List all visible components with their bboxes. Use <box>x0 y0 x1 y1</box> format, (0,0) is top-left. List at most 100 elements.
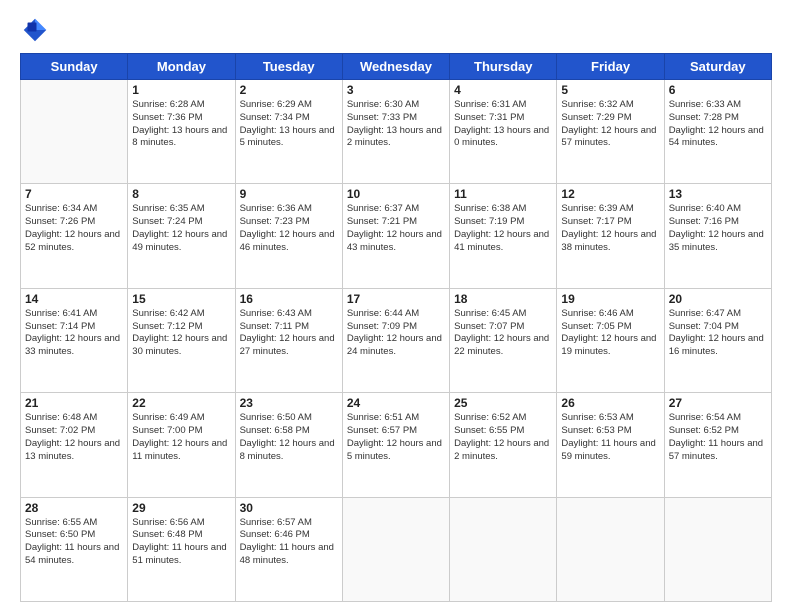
calendar-cell: 29 Sunrise: 6:56 AM Sunset: 6:48 PM Dayl… <box>128 497 235 601</box>
calendar-week-3: 14 Sunrise: 6:41 AM Sunset: 7:14 PM Dayl… <box>21 288 772 392</box>
sunrise-text: Sunrise: 6:44 AM <box>347 308 445 321</box>
day-number: 4 <box>454 83 552 97</box>
sunrise-text: Sunrise: 6:41 AM <box>25 308 123 321</box>
page: Sunday Monday Tuesday Wednesday Thursday… <box>0 0 792 612</box>
day-number: 6 <box>669 83 767 97</box>
day-info: Sunrise: 6:37 AM Sunset: 7:21 PM Dayligh… <box>347 203 445 254</box>
day-number: 10 <box>347 187 445 201</box>
daylight-text: Daylight: 11 hours and 48 minutes. <box>240 542 338 568</box>
day-info: Sunrise: 6:57 AM Sunset: 6:46 PM Dayligh… <box>240 517 338 568</box>
day-info: Sunrise: 6:42 AM Sunset: 7:12 PM Dayligh… <box>132 308 230 359</box>
daylight-text: Daylight: 12 hours and 49 minutes. <box>132 229 230 255</box>
day-info: Sunrise: 6:28 AM Sunset: 7:36 PM Dayligh… <box>132 99 230 150</box>
calendar-cell: 6 Sunrise: 6:33 AM Sunset: 7:28 PM Dayli… <box>664 80 771 184</box>
sunrise-text: Sunrise: 6:56 AM <box>132 517 230 530</box>
sunset-text: Sunset: 6:53 PM <box>561 425 659 438</box>
day-number: 30 <box>240 501 338 515</box>
calendar-cell: 7 Sunrise: 6:34 AM Sunset: 7:26 PM Dayli… <box>21 184 128 288</box>
day-info: Sunrise: 6:34 AM Sunset: 7:26 PM Dayligh… <box>25 203 123 254</box>
calendar-cell <box>342 497 449 601</box>
col-wednesday: Wednesday <box>342 54 449 80</box>
day-number: 23 <box>240 396 338 410</box>
day-info: Sunrise: 6:55 AM Sunset: 6:50 PM Dayligh… <box>25 517 123 568</box>
day-info: Sunrise: 6:38 AM Sunset: 7:19 PM Dayligh… <box>454 203 552 254</box>
sunrise-text: Sunrise: 6:50 AM <box>240 412 338 425</box>
calendar-cell: 23 Sunrise: 6:50 AM Sunset: 6:58 PM Dayl… <box>235 393 342 497</box>
day-info: Sunrise: 6:33 AM Sunset: 7:28 PM Dayligh… <box>669 99 767 150</box>
daylight-text: Daylight: 12 hours and 13 minutes. <box>25 438 123 464</box>
calendar-cell: 13 Sunrise: 6:40 AM Sunset: 7:16 PM Dayl… <box>664 184 771 288</box>
sunrise-text: Sunrise: 6:53 AM <box>561 412 659 425</box>
day-info: Sunrise: 6:49 AM Sunset: 7:00 PM Dayligh… <box>132 412 230 463</box>
calendar-cell: 22 Sunrise: 6:49 AM Sunset: 7:00 PM Dayl… <box>128 393 235 497</box>
col-tuesday: Tuesday <box>235 54 342 80</box>
daylight-text: Daylight: 13 hours and 8 minutes. <box>132 125 230 151</box>
daylight-text: Daylight: 12 hours and 46 minutes. <box>240 229 338 255</box>
daylight-text: Daylight: 12 hours and 52 minutes. <box>25 229 123 255</box>
sunset-text: Sunset: 7:05 PM <box>561 321 659 334</box>
sunrise-text: Sunrise: 6:36 AM <box>240 203 338 216</box>
day-number: 11 <box>454 187 552 201</box>
day-info: Sunrise: 6:48 AM Sunset: 7:02 PM Dayligh… <box>25 412 123 463</box>
sunset-text: Sunset: 7:16 PM <box>669 216 767 229</box>
calendar-week-1: 1 Sunrise: 6:28 AM Sunset: 7:36 PM Dayli… <box>21 80 772 184</box>
calendar-cell: 18 Sunrise: 6:45 AM Sunset: 7:07 PM Dayl… <box>450 288 557 392</box>
sunrise-text: Sunrise: 6:32 AM <box>561 99 659 112</box>
sunrise-text: Sunrise: 6:54 AM <box>669 412 767 425</box>
day-number: 20 <box>669 292 767 306</box>
sunset-text: Sunset: 7:04 PM <box>669 321 767 334</box>
day-number: 12 <box>561 187 659 201</box>
sunset-text: Sunset: 6:58 PM <box>240 425 338 438</box>
daylight-text: Daylight: 13 hours and 5 minutes. <box>240 125 338 151</box>
calendar-cell: 8 Sunrise: 6:35 AM Sunset: 7:24 PM Dayli… <box>128 184 235 288</box>
daylight-text: Daylight: 13 hours and 2 minutes. <box>347 125 445 151</box>
day-info: Sunrise: 6:41 AM Sunset: 7:14 PM Dayligh… <box>25 308 123 359</box>
day-info: Sunrise: 6:29 AM Sunset: 7:34 PM Dayligh… <box>240 99 338 150</box>
daylight-text: Daylight: 12 hours and 24 minutes. <box>347 333 445 359</box>
day-number: 27 <box>669 396 767 410</box>
sunset-text: Sunset: 6:57 PM <box>347 425 445 438</box>
sunset-text: Sunset: 6:55 PM <box>454 425 552 438</box>
sunset-text: Sunset: 6:52 PM <box>669 425 767 438</box>
sunset-text: Sunset: 6:46 PM <box>240 529 338 542</box>
col-thursday: Thursday <box>450 54 557 80</box>
calendar-cell: 15 Sunrise: 6:42 AM Sunset: 7:12 PM Dayl… <box>128 288 235 392</box>
day-number: 7 <box>25 187 123 201</box>
daylight-text: Daylight: 11 hours and 59 minutes. <box>561 438 659 464</box>
daylight-text: Daylight: 12 hours and 38 minutes. <box>561 229 659 255</box>
calendar-cell: 30 Sunrise: 6:57 AM Sunset: 6:46 PM Dayl… <box>235 497 342 601</box>
calendar-cell: 4 Sunrise: 6:31 AM Sunset: 7:31 PM Dayli… <box>450 80 557 184</box>
day-number: 28 <box>25 501 123 515</box>
calendar-cell: 27 Sunrise: 6:54 AM Sunset: 6:52 PM Dayl… <box>664 393 771 497</box>
daylight-text: Daylight: 12 hours and 8 minutes. <box>240 438 338 464</box>
calendar-cell: 26 Sunrise: 6:53 AM Sunset: 6:53 PM Dayl… <box>557 393 664 497</box>
calendar-cell: 11 Sunrise: 6:38 AM Sunset: 7:19 PM Dayl… <box>450 184 557 288</box>
daylight-text: Daylight: 12 hours and 2 minutes. <box>454 438 552 464</box>
day-info: Sunrise: 6:39 AM Sunset: 7:17 PM Dayligh… <box>561 203 659 254</box>
calendar-cell: 14 Sunrise: 6:41 AM Sunset: 7:14 PM Dayl… <box>21 288 128 392</box>
calendar-week-4: 21 Sunrise: 6:48 AM Sunset: 7:02 PM Dayl… <box>21 393 772 497</box>
sunset-text: Sunset: 7:33 PM <box>347 112 445 125</box>
calendar-cell: 17 Sunrise: 6:44 AM Sunset: 7:09 PM Dayl… <box>342 288 449 392</box>
daylight-text: Daylight: 11 hours and 54 minutes. <box>25 542 123 568</box>
sunrise-text: Sunrise: 6:40 AM <box>669 203 767 216</box>
day-info: Sunrise: 6:44 AM Sunset: 7:09 PM Dayligh… <box>347 308 445 359</box>
daylight-text: Daylight: 12 hours and 41 minutes. <box>454 229 552 255</box>
calendar-table: Sunday Monday Tuesday Wednesday Thursday… <box>20 53 772 602</box>
sunset-text: Sunset: 7:21 PM <box>347 216 445 229</box>
day-number: 21 <box>25 396 123 410</box>
calendar-cell <box>21 80 128 184</box>
day-number: 14 <box>25 292 123 306</box>
sunset-text: Sunset: 7:34 PM <box>240 112 338 125</box>
sunset-text: Sunset: 7:11 PM <box>240 321 338 334</box>
day-number: 19 <box>561 292 659 306</box>
sunset-text: Sunset: 7:28 PM <box>669 112 767 125</box>
calendar-cell: 19 Sunrise: 6:46 AM Sunset: 7:05 PM Dayl… <box>557 288 664 392</box>
sunset-text: Sunset: 7:24 PM <box>132 216 230 229</box>
sunset-text: Sunset: 7:14 PM <box>25 321 123 334</box>
sunset-text: Sunset: 7:17 PM <box>561 216 659 229</box>
sunrise-text: Sunrise: 6:47 AM <box>669 308 767 321</box>
sunrise-text: Sunrise: 6:45 AM <box>454 308 552 321</box>
calendar-cell: 28 Sunrise: 6:55 AM Sunset: 6:50 PM Dayl… <box>21 497 128 601</box>
day-info: Sunrise: 6:31 AM Sunset: 7:31 PM Dayligh… <box>454 99 552 150</box>
